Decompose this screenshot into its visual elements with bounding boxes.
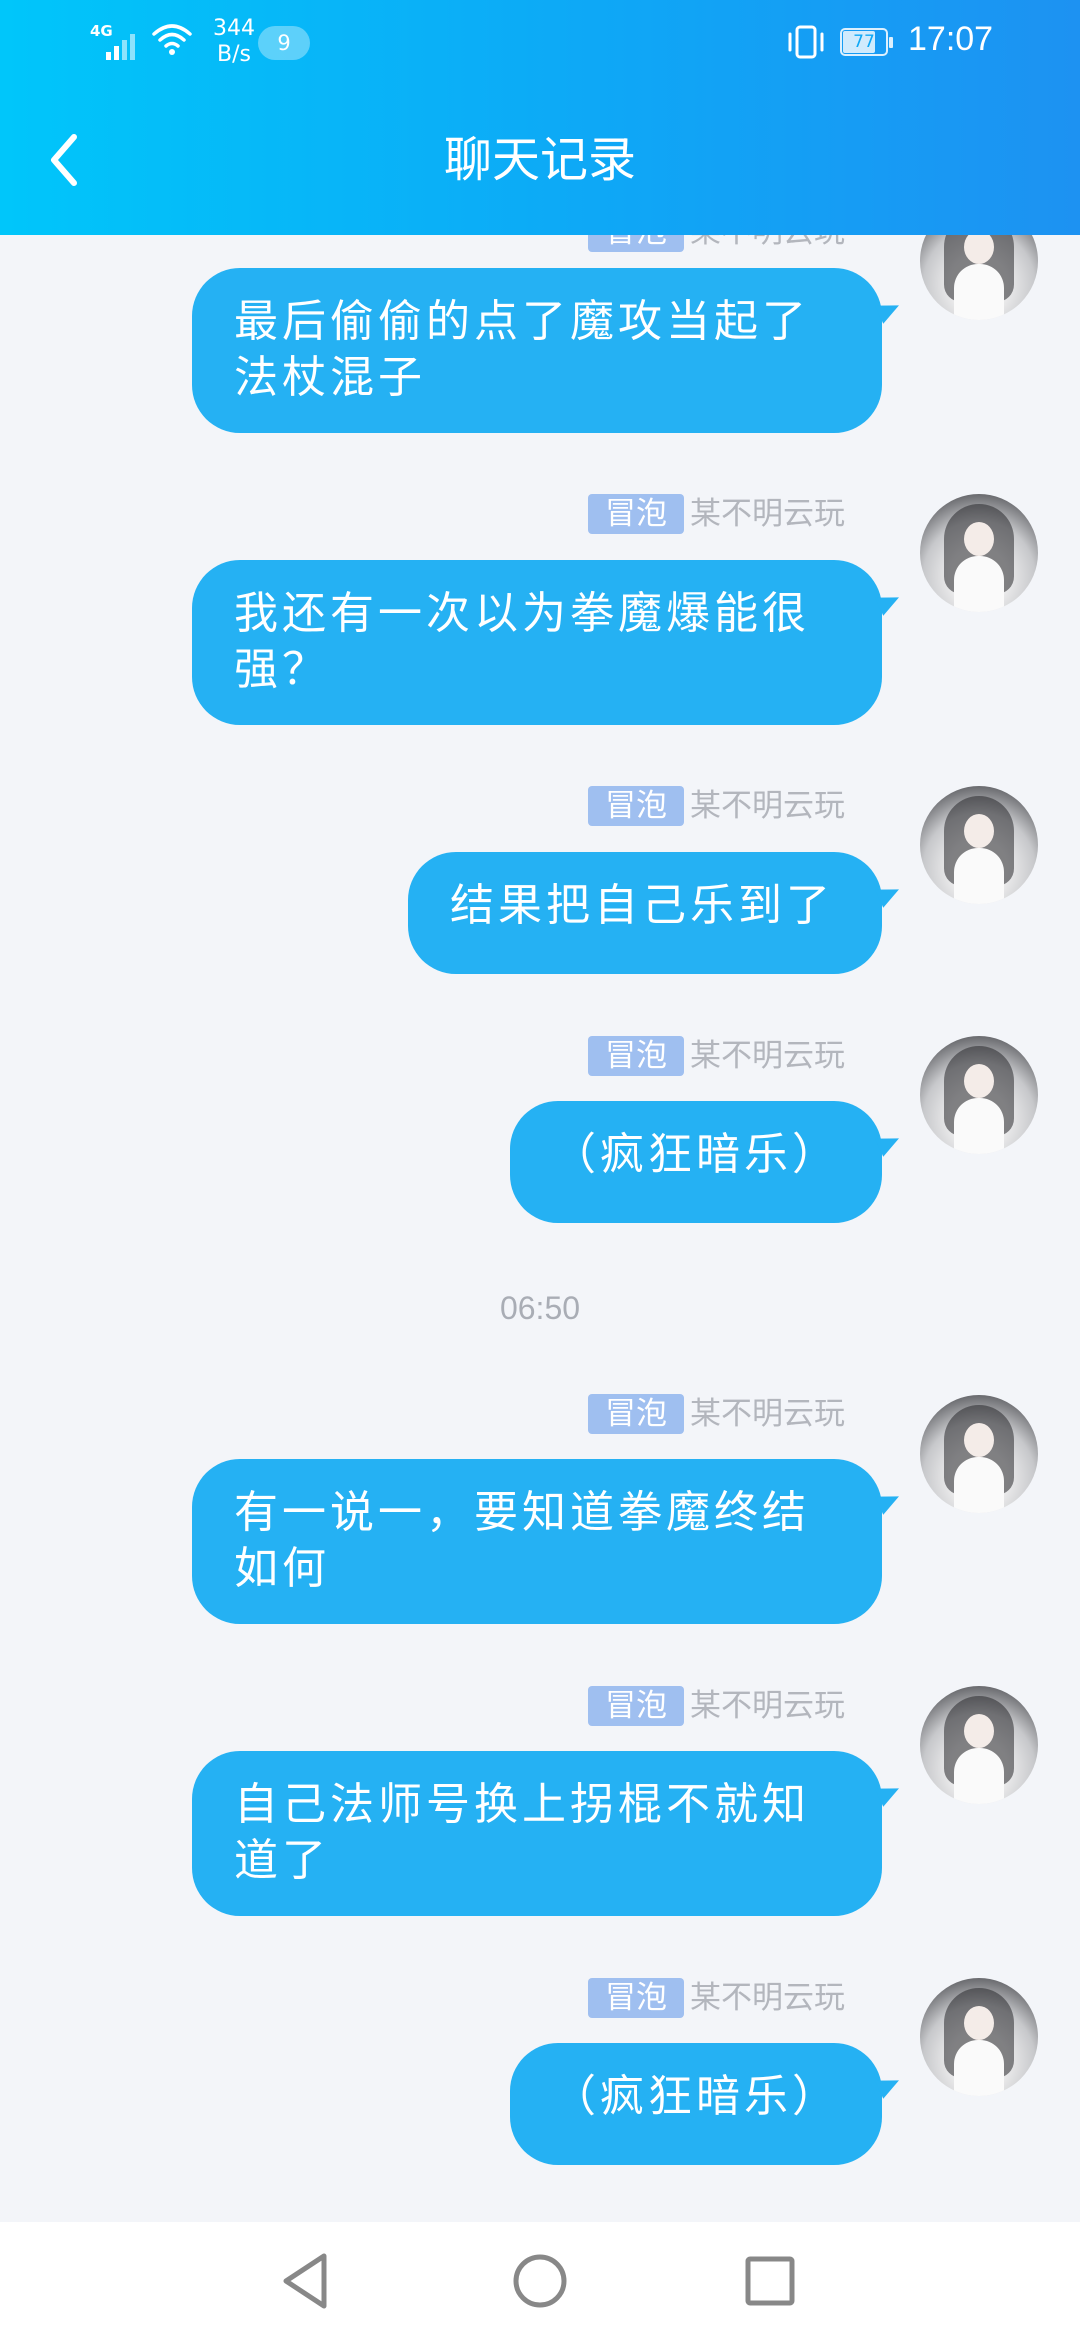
app-header: 4G 344 B/s 9 77 17:07 聊天记录 — [0, 0, 1080, 235]
battery-level: 77 — [853, 32, 875, 52]
time-divider: 06:50 — [499, 1290, 581, 1326]
recents-square-icon[interactable] — [735, 2246, 805, 2316]
cellular-signal-icon: 4G — [90, 22, 150, 62]
vibrate-icon — [788, 25, 824, 59]
message-text: 最后偷偷的点了魔攻当起了法杖混子 — [234, 296, 810, 403]
message-bubble[interactable]: 最后偷偷的点了魔攻当起了法杖混子 — [192, 268, 882, 433]
message-bubble[interactable]: 我还有一次以为拳魔爆能很强？ — [192, 560, 882, 725]
sender-tag: 冒泡 — [588, 494, 684, 534]
network-speed-value: 344 — [213, 16, 255, 41]
sender-avatar[interactable] — [920, 1978, 1038, 2096]
sender-tag: 冒泡 — [588, 1978, 684, 2018]
chat-message-list[interactable]: 冒泡 某不明云玩 最后偷偷的点了魔攻当起了法杖混子 冒泡 某不明云玩 我还有一次… — [0, 0, 1080, 2222]
network-speed-unit: B/s — [217, 42, 251, 67]
message-text: （疯狂暗乐） — [552, 2071, 840, 2122]
page-title: 聊天记录 — [443, 132, 636, 188]
message-text: （疯狂暗乐） — [552, 1129, 840, 1180]
sender-name[interactable]: 某不明云玩 — [690, 786, 845, 826]
sender-avatar[interactable] — [920, 1036, 1038, 1154]
chat-history-screen: 冒泡 某不明云玩 最后偷偷的点了魔攻当起了法杖混子 冒泡 某不明云玩 我还有一次… — [0, 0, 1080, 2340]
message-bubble[interactable]: 有一说一，要知道拳魔终结如何 — [192, 1459, 882, 1624]
message-bubble[interactable]: 自己法师号换上拐棍不就知道了 — [192, 1751, 882, 1916]
status-time: 17:07 — [908, 20, 994, 58]
message-bubble[interactable]: （疯狂暗乐） — [510, 1101, 882, 1223]
status-bar: 4G 344 B/s 9 77 17:07 — [0, 0, 1080, 90]
back-triangle-icon[interactable] — [272, 2246, 342, 2316]
message-text: 有一说一，要知道拳魔终结如何 — [234, 1487, 810, 1594]
sender-tag: 冒泡 — [588, 1036, 684, 1076]
sender-name[interactable]: 某不明云玩 — [690, 1978, 845, 2018]
network-speed: 344 B/s — [204, 16, 264, 68]
notification-count-badge: 9 — [258, 26, 310, 60]
sender-avatar[interactable] — [920, 1395, 1038, 1513]
message-text: 自己法师号换上拐棍不就知道了 — [234, 1779, 810, 1886]
sender-tag: 冒泡 — [588, 1686, 684, 1726]
home-circle-icon[interactable] — [505, 2246, 575, 2316]
battery-icon: 77 — [840, 28, 894, 58]
system-navigation-bar — [0, 2222, 1080, 2340]
message-bubble[interactable]: 结果把自己乐到了 — [408, 852, 882, 974]
message-text: 我还有一次以为拳魔爆能很强？ — [234, 588, 810, 695]
wifi-icon — [152, 24, 192, 55]
sender-name[interactable]: 某不明云玩 — [690, 494, 845, 534]
sender-name[interactable]: 某不明云玩 — [690, 1686, 845, 1726]
sender-avatar[interactable] — [920, 1686, 1038, 1804]
sender-avatar[interactable] — [920, 786, 1038, 904]
sender-name[interactable]: 某不明云玩 — [690, 1394, 845, 1434]
message-bubble[interactable]: （疯狂暗乐） — [510, 2043, 882, 2165]
sender-name[interactable]: 某不明云玩 — [690, 1036, 845, 1076]
sender-tag: 冒泡 — [588, 786, 684, 826]
sender-tag: 冒泡 — [588, 1394, 684, 1434]
sender-avatar[interactable] — [920, 494, 1038, 612]
message-text: 结果把自己乐到了 — [450, 880, 834, 931]
